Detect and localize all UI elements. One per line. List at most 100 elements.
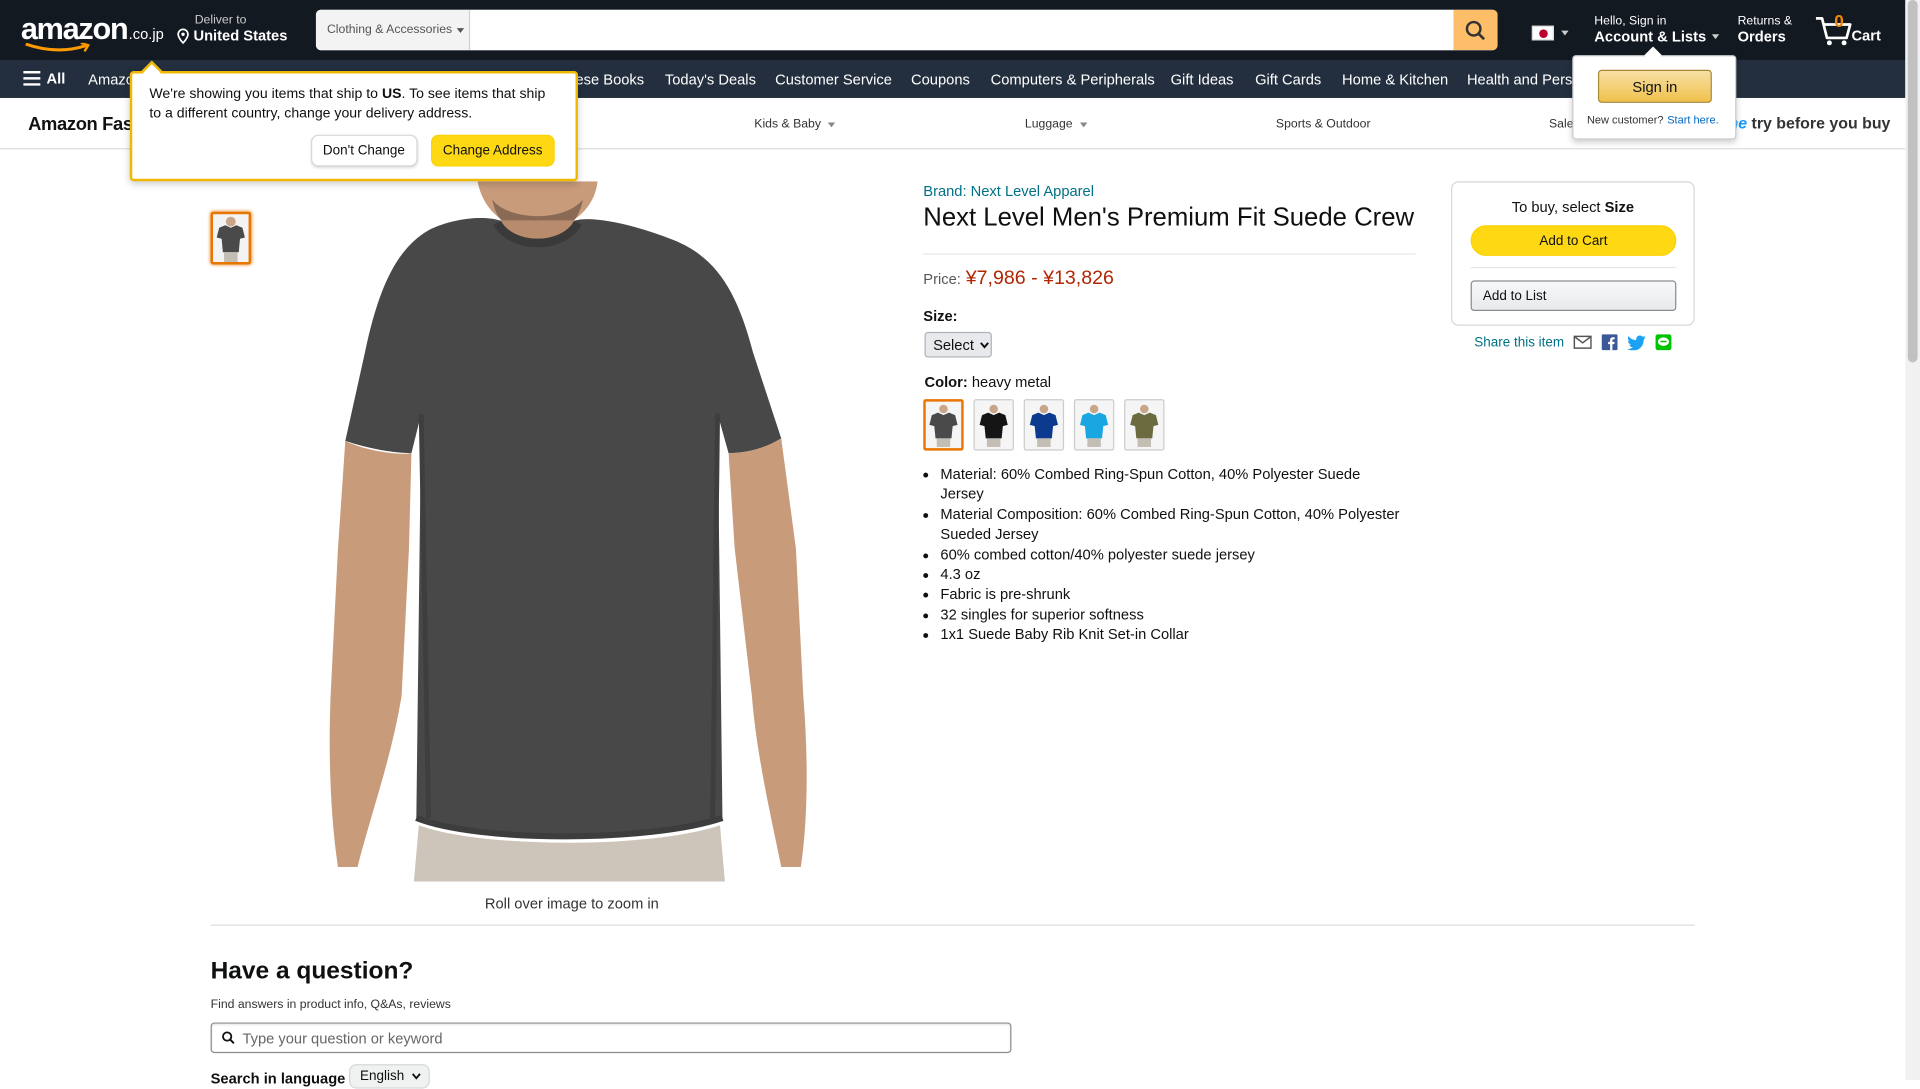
questions-title: Have a question? (210, 957, 414, 985)
chevron-down-icon (980, 341, 990, 349)
buy-prompt-size: Size (1604, 198, 1634, 216)
line-icon[interactable] (1655, 334, 1672, 351)
fashion-cat-luggage[interactable]: Luggage (1025, 118, 1088, 131)
color-swatch-olive[interactable] (1124, 399, 1165, 451)
add-to-list-button[interactable]: Add to List (1470, 280, 1677, 312)
subnav-item-home-kitchen[interactable]: Home & Kitchen (1342, 71, 1448, 88)
language-selector[interactable] (1531, 25, 1569, 41)
change-address-button[interactable]: Change Address (430, 134, 555, 167)
cart-button[interactable]: 0 Cart (1815, 11, 1888, 50)
fashion-store-title[interactable]: Amazon Fas (28, 114, 133, 135)
subnav-item-health[interactable]: Health and Perso (1467, 71, 1581, 88)
language-label: Search in language (210, 1070, 346, 1088)
subnav-item-coupons[interactable]: Coupons (911, 71, 970, 88)
logo-wordmark: amazon (20, 12, 129, 47)
feature-bullet: 1x1 Suede Baby Rib Knit Set-in Collar (940, 625, 1400, 645)
account-lists[interactable]: Hello, Sign in Account & Lists (1594, 14, 1720, 46)
size-dropdown[interactable]: Select (924, 331, 992, 358)
color-label: Color: (924, 373, 968, 391)
color-swatch-heavy-metal[interactable] (923, 399, 964, 451)
feature-bullet: 32 singles for superior softness (940, 605, 1400, 625)
hamburger-menu-icon (23, 71, 41, 86)
product-title: Next Level Men's Premium Fit Suede Crew (923, 203, 1415, 232)
chevron-down-icon (828, 121, 836, 127)
deliver-to[interactable]: Deliver to United States (176, 13, 287, 44)
all-menu-label: All (46, 69, 66, 87)
sign-in-button[interactable]: Sign in (1597, 69, 1712, 103)
feature-bullets: Material: 60% Combed Ring-Spun Cotton, 4… (923, 464, 1401, 645)
color-swatch-royal[interactable] (1023, 399, 1065, 451)
fashion-cat-kids-baby[interactable]: Kids & Baby (754, 118, 836, 131)
price-row: Price: ¥7,986 - ¥13,826 (923, 268, 1114, 290)
japan-flag-icon (1531, 25, 1554, 41)
twitter-icon[interactable] (1627, 334, 1647, 350)
price-range: ¥7,986 - ¥13,826 (965, 268, 1114, 289)
facebook-icon[interactable] (1602, 334, 1619, 351)
feature-bullet: Material Composition: 60% Combed Ring-Sp… (940, 504, 1400, 544)
subnav-item-customer-service[interactable]: Customer Service (775, 71, 892, 88)
search-icon (222, 1031, 235, 1044)
start-here-link[interactable]: Start here. (1667, 114, 1718, 126)
cart-label: Cart (1851, 26, 1881, 45)
language-value: English (360, 1068, 405, 1084)
subnav-item-gift-cards[interactable]: Gift Cards (1255, 71, 1321, 88)
logo-smile-icon (25, 42, 90, 53)
fashion-cat-sale[interactable]: Sale (1549, 118, 1574, 131)
question-search-input[interactable] (242, 1029, 978, 1047)
email-icon[interactable] (1574, 335, 1593, 349)
prime-try-before-you-buy[interactable]: me try before you buy (1724, 114, 1890, 132)
logo-tld: .co.jp (128, 25, 164, 43)
deliver-location: United States (193, 26, 288, 45)
tshirt-swatch-icon (979, 404, 1008, 447)
cart-count: 0 (1834, 11, 1844, 31)
color-swatch-black[interactable] (973, 399, 1014, 451)
new-customer-row: New customer? Start here. (1587, 114, 1719, 126)
fashion-cat-sports[interactable]: Sports & Outdoor (1276, 118, 1371, 131)
search-bar: Clothing & Accessories (315, 9, 1498, 51)
new-customer-text: New customer? (1586, 113, 1664, 127)
scrollbar-thumb[interactable] (1907, 0, 1918, 363)
subnav-item-gift-ideas[interactable]: Gift Ideas (1171, 71, 1234, 88)
subnav-item-amazon[interactable]: Amazo (88, 71, 134, 88)
price-label: Price: (923, 270, 961, 288)
returns-orders[interactable]: Returns & Orders (1738, 15, 1792, 46)
subnav-item-todays-deals[interactable]: Today's Deals (665, 71, 756, 88)
color-swatches (923, 399, 1165, 451)
buy-box-prompt: To buy, select Size (1452, 198, 1693, 215)
size-selected-value: Select (933, 336, 974, 354)
account-label: Account & Lists (1594, 28, 1707, 46)
amazon-logo[interactable]: amazon.co.jp (20, 12, 164, 53)
product-thumbnail[interactable] (210, 211, 252, 265)
feature-bullet: Material: 60% Combed Ring-Spun Cotton, 4… (940, 464, 1400, 504)
questions-subtitle: Find answers in product info, Q&As, revi… (210, 997, 451, 1012)
tshirt-swatch-icon (929, 404, 958, 447)
subnav-item-japanese-books[interactable]: ese Books (576, 71, 645, 88)
subnav-item-computers[interactable]: Computers & Peripherals (991, 71, 1155, 88)
tshirt-swatch-icon (1029, 404, 1058, 447)
color-swatch-turquoise[interactable] (1073, 399, 1115, 451)
search-input[interactable] (470, 9, 1454, 51)
deliver-label: Deliver to (194, 13, 247, 27)
brand-link[interactable]: Brand: Next Level Apparel (923, 182, 1094, 199)
returns-label: Returns & (1737, 14, 1793, 29)
add-to-cart-button[interactable]: Add to Cart (1470, 225, 1677, 256)
all-menu-button[interactable]: All (23, 70, 65, 87)
page-scrollbar[interactable] (1905, 0, 1920, 1081)
dont-change-button[interactable]: Don't Change (310, 134, 418, 167)
product-main-image[interactable] (281, 181, 853, 882)
color-value: heavy metal (971, 373, 1052, 391)
search-button[interactable] (1453, 9, 1498, 51)
feature-bullet: 4.3 oz (940, 565, 1400, 585)
chevron-down-icon (1561, 30, 1569, 36)
tbyb-label: try before you buy (1747, 113, 1891, 133)
feature-bullet: Fabric is pre-shrunk (940, 585, 1400, 605)
language-dropdown[interactable]: English (348, 1064, 430, 1089)
tshirt-model-image (329, 181, 807, 882)
question-search-box (210, 1022, 1012, 1054)
size-label: Size: (923, 307, 958, 325)
chevron-down-icon (1079, 121, 1088, 127)
account-greeting: Hello, Sign in (1594, 14, 1667, 29)
share-label[interactable]: Share this item (1474, 335, 1564, 350)
search-department-select[interactable]: Clothing & Accessories (315, 9, 471, 51)
share-row: Share this item (1474, 334, 1672, 351)
